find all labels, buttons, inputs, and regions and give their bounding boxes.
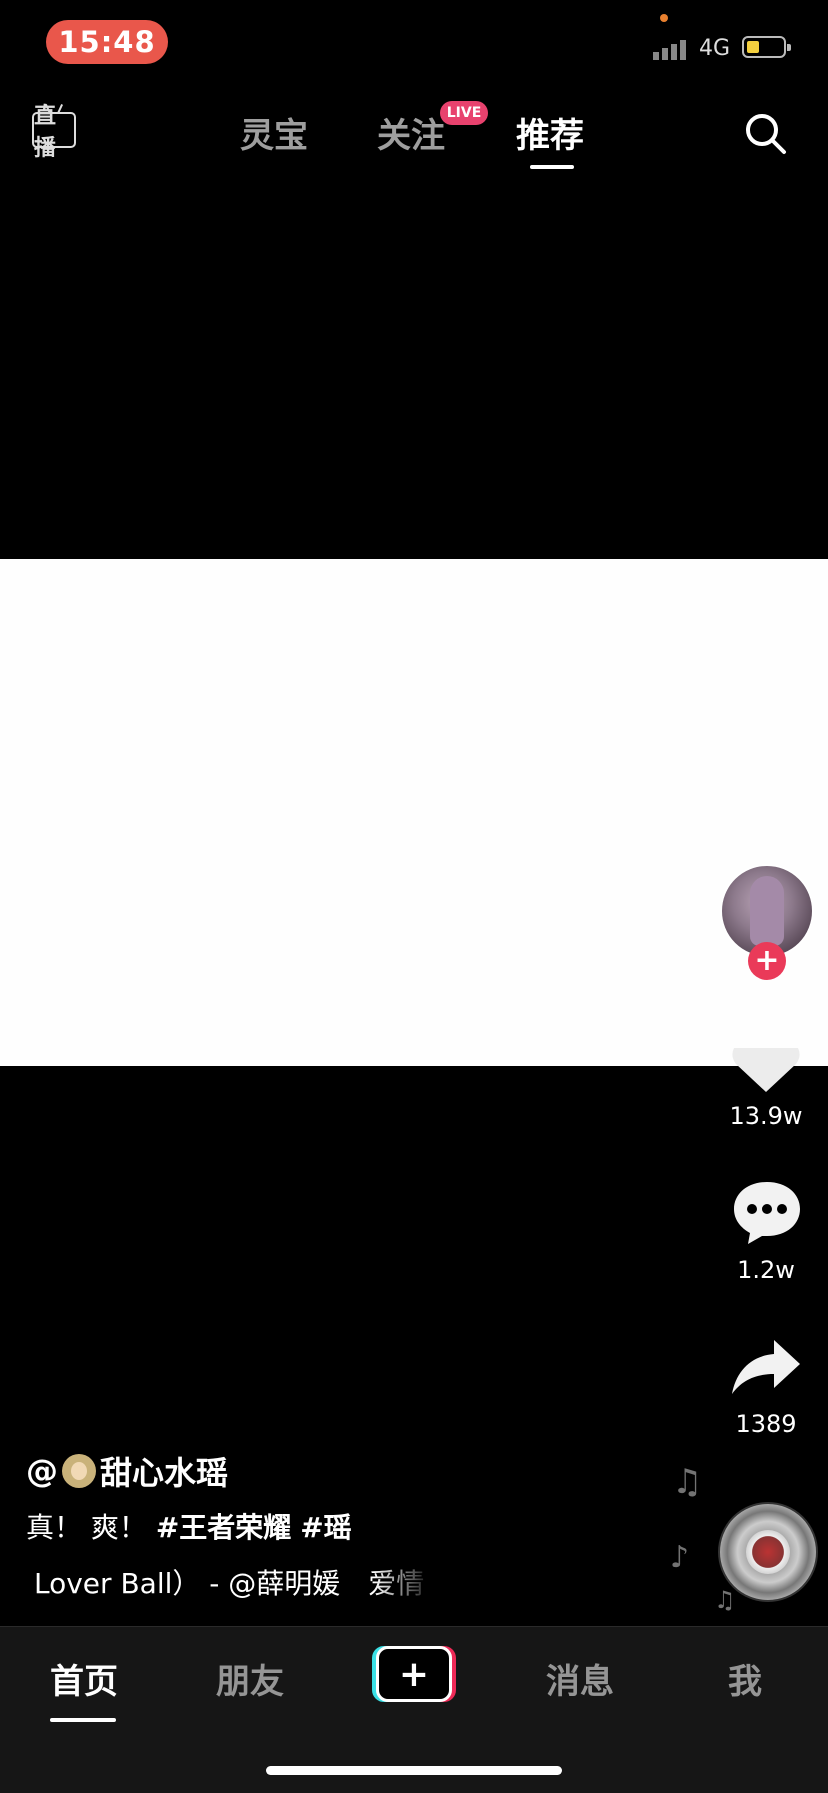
share-count: 1389 — [735, 1410, 797, 1438]
tab-recommended[interactable]: 推荐 — [516, 108, 584, 157]
description-text: 真！ 爽！ — [26, 1511, 147, 1544]
comment-count: 1.2w — [737, 1256, 795, 1284]
music-note-icon: ♪ — [670, 1540, 690, 1575]
share-arrow-icon[interactable] — [730, 1338, 802, 1396]
music-note-icon: ♫ — [672, 1462, 703, 1502]
author-emoji-icon — [62, 1454, 96, 1488]
like-heart-icon[interactable] — [730, 1040, 802, 1092]
create-button[interactable]: + — [372, 1646, 456, 1702]
live-icon-label: 直播 — [32, 104, 76, 161]
follow-button[interactable]: + — [748, 942, 786, 980]
tab-lingbao[interactable]: 灵宝 — [240, 108, 308, 157]
comment-bubble-icon[interactable] — [730, 1178, 804, 1246]
video-frame[interactable] — [0, 559, 828, 1066]
network-type: 4G — [699, 36, 731, 61]
like-count: 13.9w — [729, 1102, 803, 1130]
status-time: 15:48 — [46, 20, 168, 64]
tab-following[interactable]: 关注 — [377, 108, 445, 157]
live-tv-icon[interactable]: 直播 — [32, 104, 78, 161]
music-disc-label — [746, 1530, 790, 1574]
author-prefix: @ — [26, 1452, 58, 1490]
plus-icon: + — [376, 1646, 452, 1702]
search-icon[interactable] — [744, 112, 788, 156]
active-tab-indicator — [530, 165, 574, 169]
author-name[interactable]: @ 甜心水瑶 — [26, 1448, 228, 1494]
live-badge: LIVE — [440, 101, 488, 125]
music-note-icon: ♫ — [714, 1586, 736, 1614]
home-active-indicator — [50, 1718, 116, 1722]
nav-home[interactable]: 首页 — [50, 1654, 118, 1703]
signal-icon — [653, 38, 686, 60]
hashtag[interactable]: #瑶 — [300, 1511, 351, 1544]
music-disc-icon[interactable] — [718, 1502, 818, 1602]
nav-messages[interactable]: 消息 — [546, 1654, 614, 1703]
video-description[interactable]: 真！ 爽！ #王者荣耀 #瑶 — [26, 1506, 352, 1546]
camera-indicator-dot — [660, 14, 668, 22]
battery-nub — [787, 44, 791, 51]
music-marquee[interactable]: Lover Ball） - @薛明媛 爱情 — [34, 1562, 434, 1602]
battery-fill — [747, 41, 759, 53]
home-indicator — [266, 1766, 562, 1775]
battery-icon — [742, 36, 791, 58]
avatar-figure — [750, 876, 784, 946]
author-name-text: 甜心水瑶 — [100, 1454, 229, 1492]
nav-friends[interactable]: 朋友 — [216, 1654, 284, 1703]
hashtag[interactable]: #王者荣耀 — [156, 1511, 291, 1544]
nav-me[interactable]: 我 — [728, 1654, 762, 1703]
